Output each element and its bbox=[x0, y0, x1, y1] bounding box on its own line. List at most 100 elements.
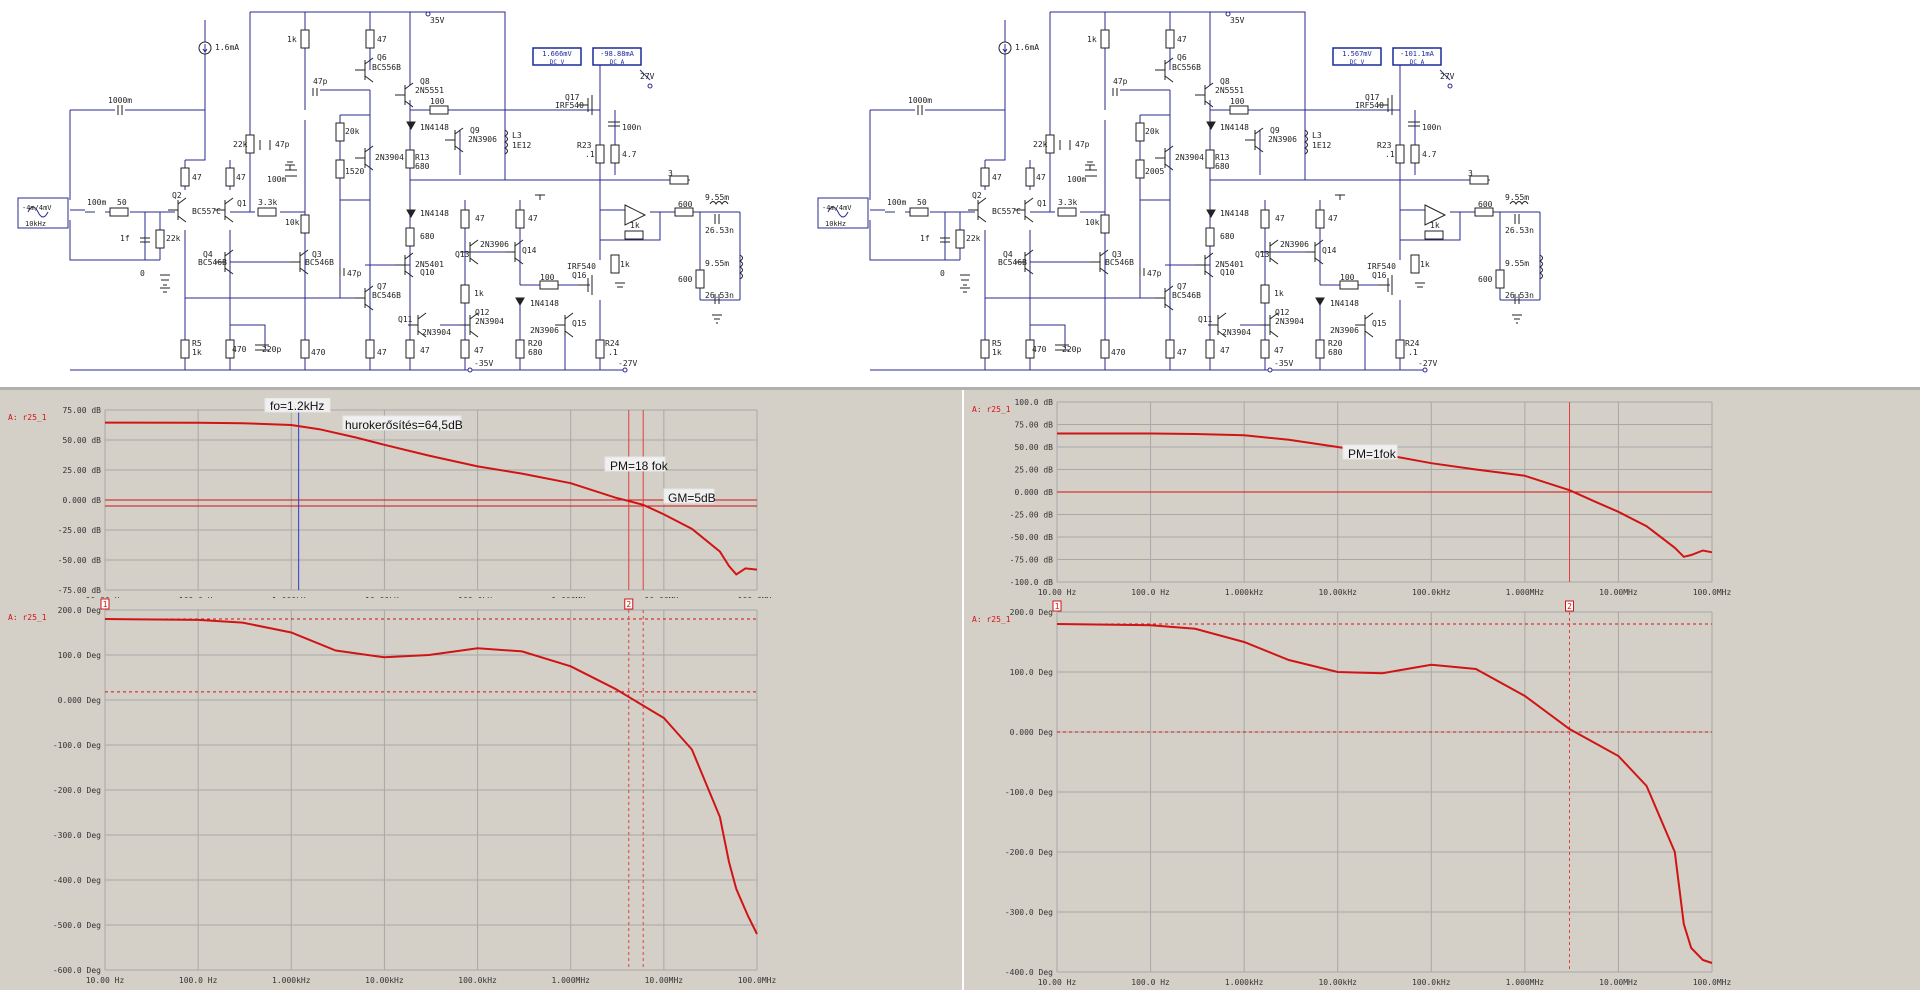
x-tick-label: 1.000MHz bbox=[1506, 588, 1545, 597]
supply-terminals bbox=[1225, 11, 1453, 373]
phase-plot[interactable]: 10.00 Hz 100.0 Hz 1.000kHz 10.00kHz 100.0kHz… bbox=[0, 598, 962, 988]
label: 1k bbox=[1430, 221, 1440, 230]
y-tick-label: 75.00 dB bbox=[1014, 421, 1053, 430]
label: BC546B bbox=[1105, 258, 1134, 267]
label: Q7 bbox=[377, 282, 387, 291]
y-tick-label: 25.00 dB bbox=[1014, 466, 1053, 475]
label: 2N3904 bbox=[422, 328, 451, 337]
annotation-label: hurokerősítés=64,5dB bbox=[345, 418, 463, 432]
label: 220p bbox=[1062, 345, 1081, 354]
label: Q10 bbox=[1220, 268, 1235, 277]
trace-label: A: r25_1 bbox=[8, 413, 47, 422]
label: Q10 bbox=[420, 268, 435, 277]
y-tick-label: -100.0 dB bbox=[1010, 578, 1054, 587]
y-tick-label: 25.00 dB bbox=[62, 466, 101, 475]
current-source-label: 1.6mA bbox=[1015, 43, 1039, 52]
label: 600 bbox=[1478, 200, 1493, 209]
label: 27V bbox=[640, 72, 655, 81]
meter-voltage[interactable]: 1.666mV DC V bbox=[532, 47, 582, 66]
label: 470 bbox=[1111, 348, 1126, 357]
label: 2N3906 bbox=[1268, 135, 1297, 144]
label: 47p bbox=[1147, 269, 1162, 278]
label: Q12 bbox=[475, 308, 490, 317]
x-tick-label: 10.00 Hz bbox=[1038, 588, 1077, 597]
y-tick-label: -50.00 dB bbox=[1010, 533, 1054, 542]
label: BC546B bbox=[1172, 291, 1201, 300]
label: 1k bbox=[1274, 289, 1284, 298]
cursor-id: 1 bbox=[1055, 602, 1060, 611]
label: R24 bbox=[1405, 339, 1420, 348]
label: Q14 bbox=[522, 246, 537, 255]
meter-current[interactable]: -101.1mA DC A bbox=[1392, 47, 1442, 66]
label: 0 bbox=[140, 269, 145, 278]
label: 3 bbox=[1468, 169, 1473, 178]
trace-label: A: r25_1 bbox=[972, 615, 1011, 624]
label: -35V bbox=[474, 359, 493, 368]
label: R5 bbox=[992, 339, 1002, 348]
schematic-right[interactable]: 1.567mV DC V -101.1mA DC A 35V 1.6mA -4m… bbox=[800, 0, 1560, 385]
divider bbox=[1560, 0, 1561, 387]
magnitude-plot[interactable]: 10.00 Hz100.0 Hz1.000kHz10.00kHz100.0kHz… bbox=[0, 398, 962, 598]
meter-voltage-mode: DC V bbox=[1350, 59, 1365, 66]
label: 26.53n bbox=[1505, 291, 1534, 300]
x-tick-label: 100.0MHz bbox=[1693, 978, 1732, 987]
label: 100 bbox=[430, 97, 445, 106]
label: 680 bbox=[1220, 232, 1235, 241]
component-labels: 35V 1.6mA -4m/4mV 10kHz 1000m 100m 50 1f… bbox=[22, 16, 734, 368]
label: 9.55m bbox=[1505, 193, 1529, 202]
x-tick-label: 1.000kHz bbox=[1225, 978, 1264, 987]
label: Q12 bbox=[1275, 308, 1290, 317]
label: 1k bbox=[630, 221, 640, 230]
bode-plot-right[interactable]: 10.00 Hz 100.0 Hz 1.000kHz 10.00kHz 100.0kHz… bbox=[964, 390, 1920, 990]
bode-plot-left[interactable]: 10.00 Hz 100.0 Hz 1.000kHz 10.00kHz 100.0kHz… bbox=[0, 390, 962, 990]
meter-current-mode: DC A bbox=[610, 59, 625, 66]
label: 2N3906 bbox=[530, 326, 559, 335]
label: 220p bbox=[262, 345, 281, 354]
label: 47 bbox=[377, 35, 387, 44]
y-tick-label: -200.0 Deg bbox=[53, 786, 101, 795]
label: 100m bbox=[887, 198, 906, 207]
meter-voltage-mode: DC V bbox=[550, 59, 565, 66]
label: IRF540 bbox=[1367, 262, 1396, 271]
supply-label: 35V bbox=[1230, 16, 1245, 25]
schematic-left[interactable]: 1.666mV DC V -98.88mA DC A 35V 1.6mA -4m… bbox=[0, 0, 760, 385]
label: 10k bbox=[1085, 218, 1100, 227]
meter-voltage[interactable]: 1.567mV DC V bbox=[1332, 47, 1382, 66]
meter-current-value: -101.1mA bbox=[1400, 50, 1435, 58]
y-tick-label: -300.0 Deg bbox=[53, 831, 101, 840]
label: 1E12 bbox=[512, 141, 531, 150]
meter-current[interactable]: -98.88mA DC A bbox=[592, 47, 642, 66]
label: 20k bbox=[1145, 127, 1160, 136]
x-tick-label: 100.0kHz bbox=[1412, 588, 1451, 597]
label: 22k bbox=[166, 234, 181, 243]
y-tick-label: 0.000 dB bbox=[62, 496, 101, 505]
y-tick-label: -100.0 Deg bbox=[53, 741, 101, 750]
label: 2N5551 bbox=[1215, 86, 1244, 95]
label: BC556B bbox=[372, 63, 401, 72]
label: IRF540 bbox=[567, 262, 596, 271]
magnitude-plot[interactable]: 10.00 Hz100.0 Hz1.000kHz10.00kHz100.0kHz… bbox=[964, 390, 1920, 600]
label: -27V bbox=[1418, 359, 1437, 368]
label: 47 bbox=[192, 173, 202, 182]
label: Q11 bbox=[1198, 315, 1213, 324]
x-tick-label: 100.0kHz bbox=[1412, 978, 1451, 987]
y-tick-label: -300.0 Deg bbox=[1005, 908, 1053, 917]
label: 20k bbox=[345, 127, 360, 136]
y-tick-label: 100.0 Deg bbox=[1010, 668, 1054, 677]
components bbox=[817, 29, 1543, 359]
label: 680 bbox=[1215, 162, 1230, 171]
label: IRF540 bbox=[1355, 101, 1384, 110]
label: Q8 bbox=[1220, 77, 1230, 86]
y-tick-label: 100.0 Deg bbox=[58, 651, 102, 660]
label: 100n bbox=[1422, 123, 1441, 132]
label: 4.7 bbox=[622, 150, 637, 159]
label: 47p bbox=[1075, 140, 1090, 149]
phase-plot[interactable]: 10.00 Hz 100.0 Hz 1.000kHz 10.00kHz 100.0kHz… bbox=[964, 600, 1920, 990]
x-tick-label: 100.0 Hz bbox=[179, 976, 218, 985]
label: .1 bbox=[1408, 348, 1418, 357]
label: R23 bbox=[577, 141, 592, 150]
y-tick-label: 0.000 Deg bbox=[58, 696, 102, 705]
x-tick-label: 10.00kHz bbox=[365, 976, 404, 985]
y-tick-label: 100.0 dB bbox=[1014, 398, 1053, 407]
label: 100n bbox=[622, 123, 641, 132]
